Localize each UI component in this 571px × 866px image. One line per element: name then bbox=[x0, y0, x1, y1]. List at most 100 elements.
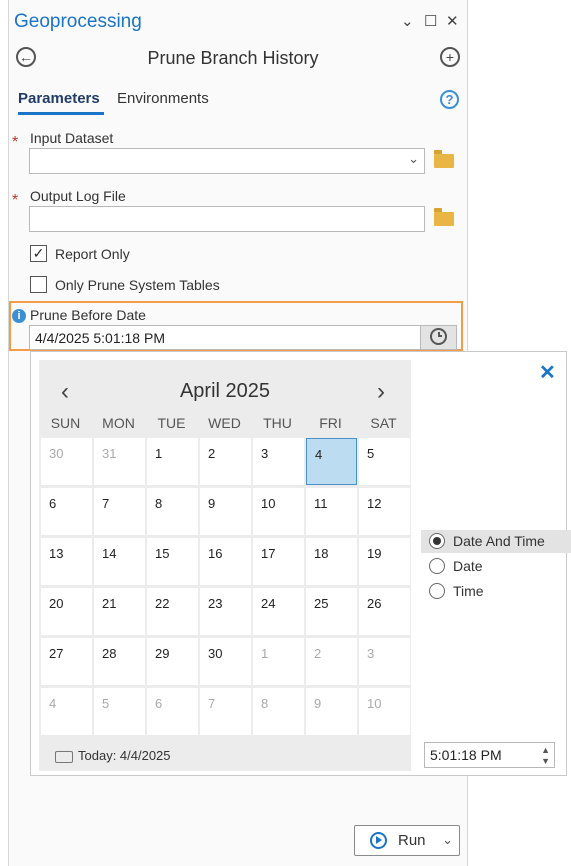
calendar-day[interactable]: 14 bbox=[94, 538, 145, 585]
help-icon[interactable]: ? bbox=[440, 90, 459, 109]
pane-options-chevron-icon[interactable]: ⌄ bbox=[401, 12, 414, 30]
run-button[interactable]: Run ⌄ bbox=[354, 825, 460, 856]
calendar-day[interactable]: 1 bbox=[253, 638, 304, 685]
close-popup-icon[interactable]: ✕ bbox=[539, 360, 556, 385]
mode-radio-option[interactable]: Date bbox=[421, 555, 571, 578]
weekday-label: FRI bbox=[319, 415, 342, 431]
weekday-label: TUE bbox=[157, 415, 186, 431]
calendar-month-label: April 2025 bbox=[179, 380, 271, 402]
calendar-day[interactable]: 5 bbox=[94, 688, 145, 735]
calendar-day[interactable]: 17 bbox=[253, 538, 304, 585]
calendar-icon bbox=[55, 750, 73, 763]
calendar-day[interactable]: 8 bbox=[253, 688, 304, 735]
report-only-checkbox[interactable]: ✓ bbox=[30, 245, 47, 262]
calendar-day[interactable]: 25 bbox=[306, 588, 357, 635]
checkmark-icon: ✓ bbox=[32, 245, 45, 261]
calendar-day[interactable]: 9 bbox=[200, 488, 251, 535]
calendar-day[interactable]: 29 bbox=[147, 638, 198, 685]
calendar-day[interactable]: 4 bbox=[41, 688, 92, 735]
calendar-day[interactable]: 22 bbox=[147, 588, 198, 635]
calendar-day[interactable]: 24 bbox=[253, 588, 304, 635]
weekday-label: SUN bbox=[50, 415, 81, 431]
calendar-day[interactable]: 19 bbox=[359, 538, 410, 585]
next-month-icon[interactable]: › bbox=[377, 378, 385, 406]
calendar-day[interactable]: 12 bbox=[359, 488, 410, 535]
calendar-day[interactable]: 9 bbox=[306, 688, 357, 735]
time-field[interactable]: 5:01:18 PM ▲ ▼ bbox=[424, 742, 555, 768]
close-pane-icon[interactable]: ✕ bbox=[446, 12, 459, 30]
calendar-day[interactable]: 30 bbox=[200, 638, 251, 685]
tool-title: Prune Branch History bbox=[147, 48, 319, 68]
prune-before-date-field[interactable]: 4/4/2025 5:01:18 PM bbox=[29, 325, 457, 350]
info-icon: i bbox=[12, 309, 26, 323]
calendar: ‹ April 2025 › SUN MON TUE WED THU FRI SAT 30 3… bbox=[39, 360, 411, 771]
radio-button-icon[interactable] bbox=[429, 533, 445, 549]
report-only-label: Report Only bbox=[55, 246, 130, 262]
date-picker-button[interactable] bbox=[420, 326, 456, 349]
radio-button-icon[interactable] bbox=[429, 583, 445, 599]
only-prune-system-tables-label: Only Prune System Tables bbox=[55, 277, 220, 293]
calendar-day[interactable]: 13 bbox=[41, 538, 92, 585]
radio-button-icon[interactable] bbox=[429, 558, 445, 574]
calendar-day[interactable]: 31 bbox=[94, 438, 145, 485]
calendar-day[interactable]: 28 bbox=[94, 638, 145, 685]
today-label: Today: 4/4/2025 bbox=[78, 748, 171, 763]
add-tool-button[interactable]: + bbox=[440, 47, 460, 67]
calendar-day[interactable]: 20 bbox=[41, 588, 92, 635]
output-log-file-field[interactable] bbox=[29, 206, 425, 232]
radio-label: Time bbox=[453, 583, 484, 599]
spin-up-icon[interactable]: ▲ bbox=[541, 745, 550, 755]
calendar-day[interactable]: 7 bbox=[94, 488, 145, 535]
calendar-day[interactable]: 6 bbox=[41, 488, 92, 535]
calendar-day[interactable]: 3 bbox=[253, 438, 304, 485]
prune-before-date-label: Prune Before Date bbox=[30, 307, 146, 323]
calendar-day[interactable]: 5 bbox=[359, 438, 410, 485]
run-dropdown-chevron-icon[interactable]: ⌄ bbox=[442, 832, 453, 848]
clock-icon bbox=[430, 328, 447, 345]
chevron-down-icon[interactable]: ⌄ bbox=[408, 151, 419, 167]
required-marker-icon: * bbox=[12, 134, 19, 151]
play-icon bbox=[370, 832, 387, 849]
only-prune-system-tables-checkbox[interactable] bbox=[30, 276, 47, 293]
calendar-day[interactable]: 11 bbox=[306, 488, 357, 535]
weekday-label: THU bbox=[263, 415, 292, 431]
tab-parameters[interactable]: Parameters bbox=[18, 90, 100, 107]
plus-icon: + bbox=[445, 49, 455, 65]
mode-radio-option[interactable]: Time bbox=[421, 580, 571, 603]
calendar-day[interactable]: 16 bbox=[200, 538, 251, 585]
calendar-day[interactable]: 2 bbox=[306, 638, 357, 685]
weekday-label: SAT bbox=[370, 415, 397, 431]
tab-environments[interactable]: Environments bbox=[117, 90, 209, 107]
calendar-day[interactable]: 10 bbox=[253, 488, 304, 535]
weekday-label: MON bbox=[102, 415, 135, 431]
calendar-day[interactable]: 8 bbox=[147, 488, 198, 535]
output-log-file-label: Output Log File bbox=[30, 188, 126, 204]
browse-input-folder-icon[interactable] bbox=[434, 150, 454, 168]
calendar-day[interactable]: 23 bbox=[200, 588, 251, 635]
calendar-day[interactable]: 18 bbox=[306, 538, 357, 585]
calendar-day[interactable]: 27 bbox=[41, 638, 92, 685]
calendar-day[interactable]: 21 bbox=[94, 588, 145, 635]
calendar-day[interactable]: 6 bbox=[147, 688, 198, 735]
browse-output-folder-icon[interactable] bbox=[434, 208, 454, 226]
today-button[interactable]: Today: 4/4/2025 bbox=[55, 748, 171, 763]
calendar-day[interactable]: 30 bbox=[41, 438, 92, 485]
mode-radio-option[interactable]: Date And Time bbox=[421, 530, 571, 553]
radio-label: Date bbox=[453, 558, 483, 574]
maximize-icon[interactable]: ☐ bbox=[424, 12, 437, 30]
calendar-day[interactable]: 10 bbox=[359, 688, 410, 735]
weekday-label: WED bbox=[208, 415, 241, 431]
prune-before-date-value: 4/4/2025 5:01:18 PM bbox=[35, 330, 165, 346]
calendar-day[interactable]: 7 bbox=[200, 688, 251, 735]
calendar-day[interactable]: 4 bbox=[306, 438, 357, 485]
calendar-day[interactable]: 26 bbox=[359, 588, 410, 635]
calendar-day[interactable]: 3 bbox=[359, 638, 410, 685]
input-dataset-field[interactable]: ⌄ bbox=[29, 148, 425, 174]
calendar-day[interactable]: 15 bbox=[147, 538, 198, 585]
active-tab-indicator bbox=[18, 112, 104, 115]
spin-down-icon[interactable]: ▼ bbox=[541, 756, 550, 766]
calendar-day[interactable]: 2 bbox=[200, 438, 251, 485]
radio-label: Date And Time bbox=[453, 533, 545, 549]
calendar-day[interactable]: 1 bbox=[147, 438, 198, 485]
time-value: 5:01:18 PM bbox=[430, 747, 502, 763]
